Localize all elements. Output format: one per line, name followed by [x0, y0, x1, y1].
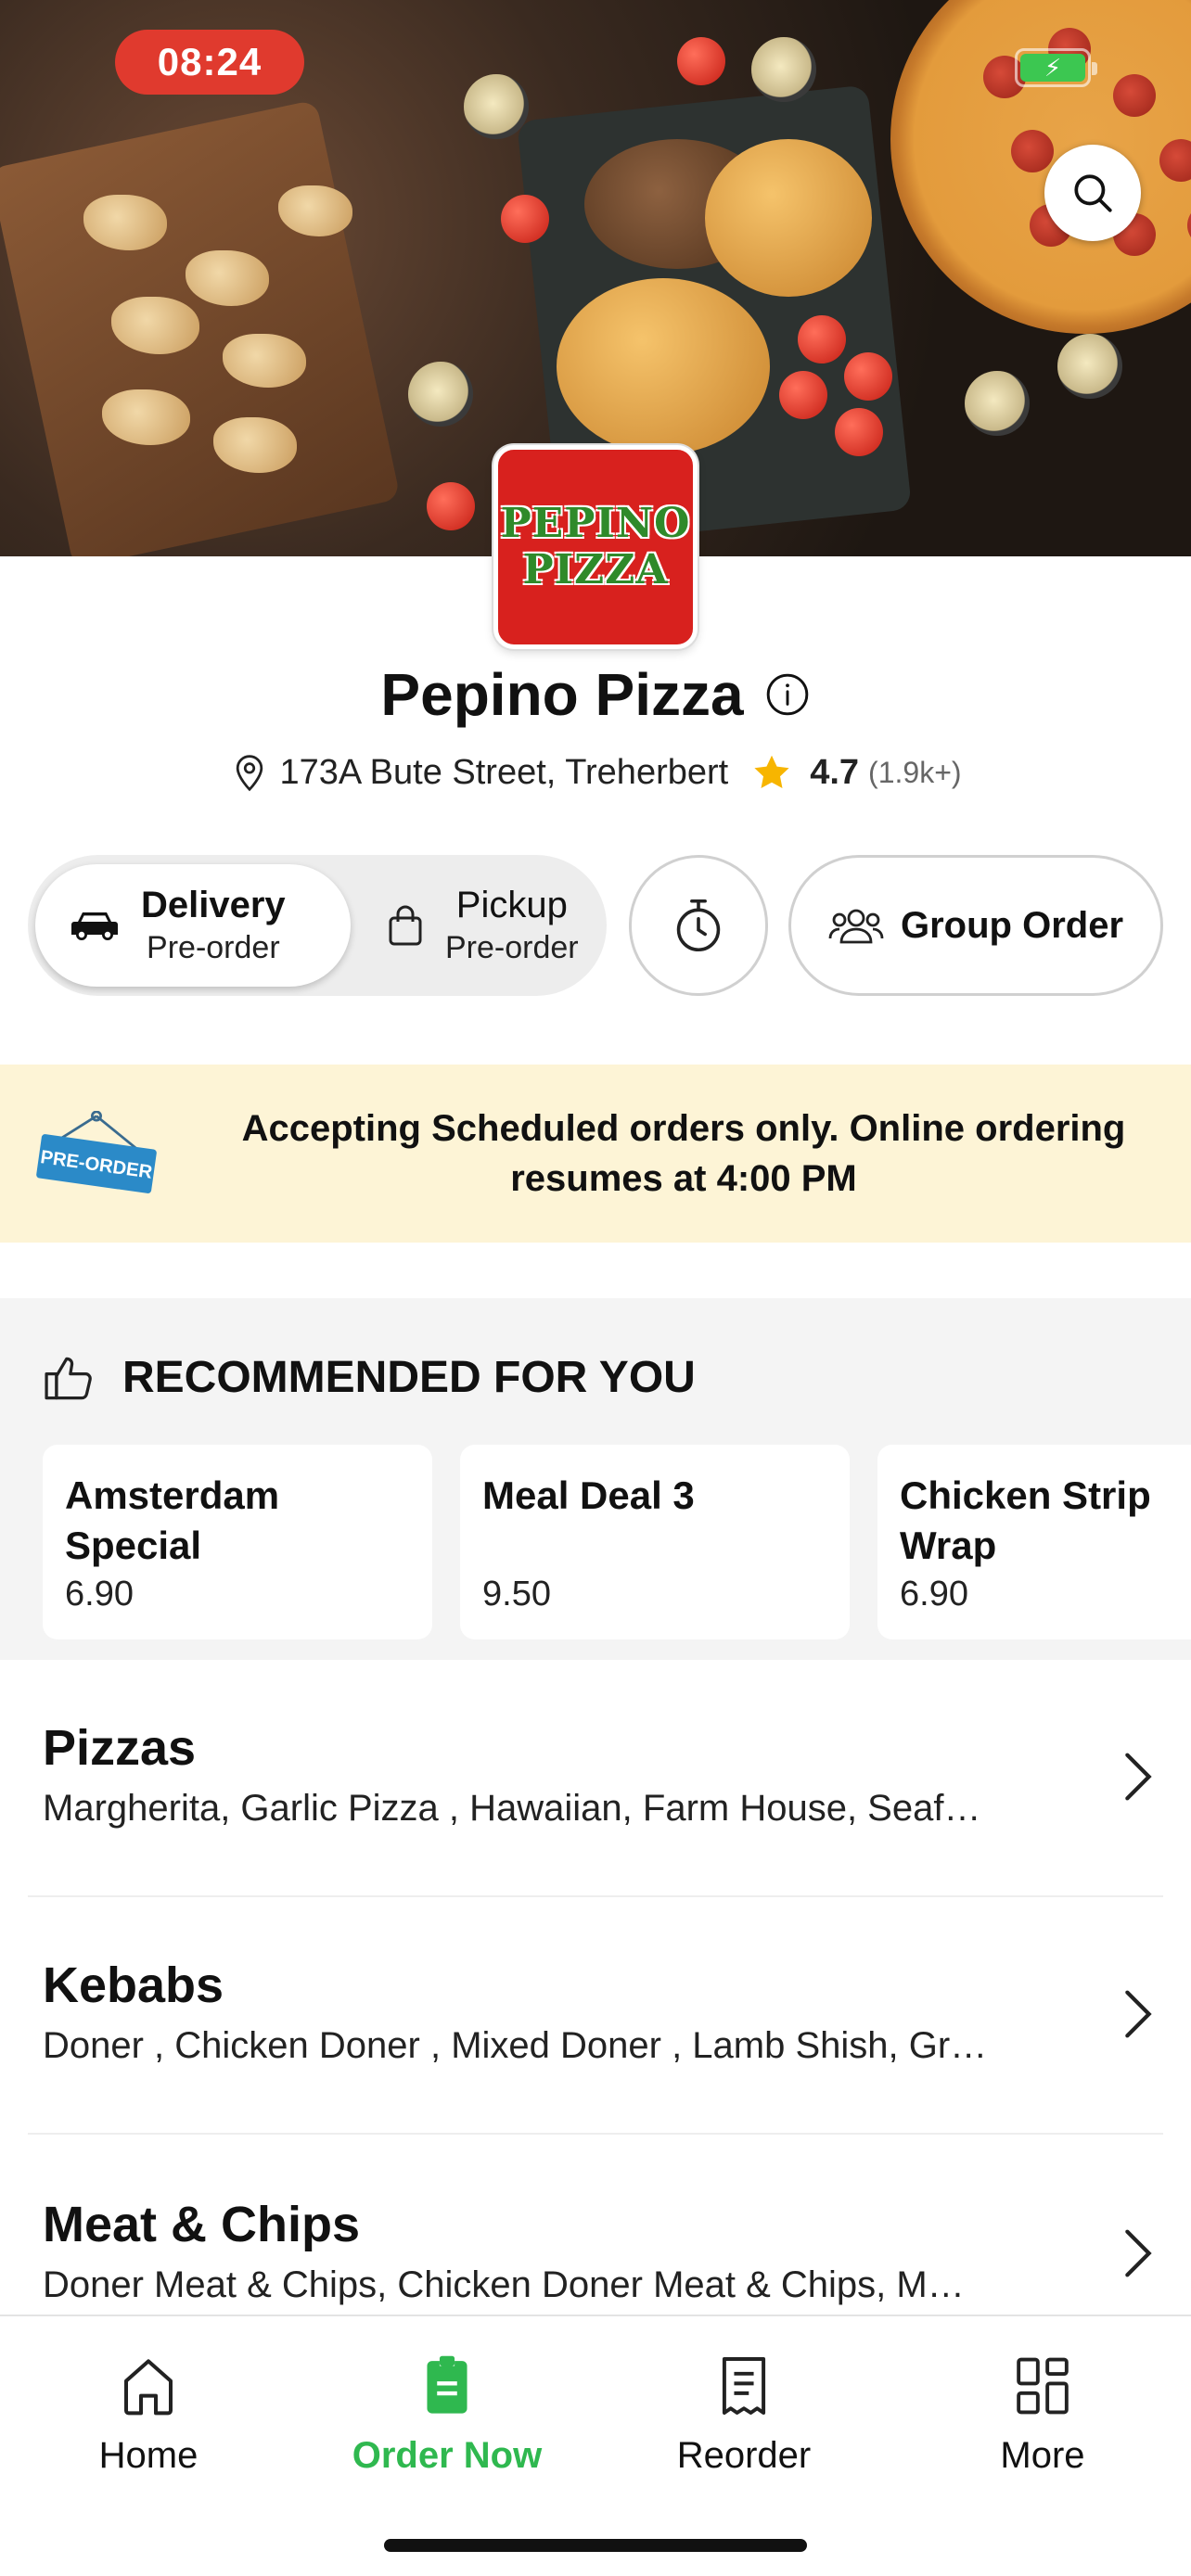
pre-order-sign: PRE-ORDER	[36, 1111, 157, 1193]
category-desc: Margherita, Garlic Pizza , Hawaiian, Far…	[43, 1788, 981, 1829]
category-row-kebabs[interactable]: Kebabs Doner , Chicken Doner , Mixed Don…	[28, 1897, 1163, 2135]
delivery-option[interactable]: Delivery Pre-order	[35, 864, 351, 987]
recommended-item-price: 6.90	[65, 1575, 134, 1613]
logo-line-1: PEPINO	[500, 500, 691, 547]
info-icon[interactable]	[764, 671, 811, 718]
tomato	[427, 482, 475, 530]
category-title: Pizzas	[43, 1720, 197, 1776]
tomato	[844, 352, 892, 401]
group-users-icon	[828, 909, 884, 944]
status-time: 08:24	[115, 30, 304, 95]
tomato	[835, 408, 883, 456]
recommended-title: RECOMMENDED FOR YOU	[122, 1353, 696, 1402]
delivery-label: Delivery	[141, 885, 286, 925]
restaurant-logo: PEPINO PIZZA	[493, 445, 698, 649]
recommended-card[interactable]: Chicken Strip Wrap 6.90	[877, 1445, 1191, 1639]
tomato	[501, 195, 549, 243]
tomato	[798, 315, 846, 363]
recommended-item-price: 9.50	[482, 1575, 551, 1613]
review-count: (1.9k+)	[868, 755, 962, 789]
group-order-label: Group Order	[900, 904, 1124, 946]
bottom-tab-bar: Home Order Now Reorder More	[0, 2315, 1191, 2576]
burger-bun	[557, 278, 770, 454]
tab-label: Home	[98, 2435, 198, 2476]
restaurant-meta: 173A Bute Street, Treherbert 4.7 (1.9k+)	[0, 749, 1191, 796]
restaurant-address: 173A Bute Street, Treherbert	[279, 752, 729, 792]
tab-reorder[interactable]: Reorder	[596, 2353, 892, 2477]
recommended-item-name: Chicken Strip Wrap	[900, 1473, 1151, 1567]
order-bag-icon	[427, 2355, 467, 2414]
banner-message: Accepting Scheduled orders only. Online …	[241, 1108, 1126, 1199]
delivery-sub: Pre-order	[147, 930, 280, 965]
category-desc: Doner , Chicken Doner , Mixed Doner , La…	[43, 2025, 988, 2066]
pickup-label: Pickup	[455, 885, 568, 925]
car-icon	[71, 912, 118, 940]
category-title: Meat & Chips	[43, 2197, 361, 2252]
tab-label: Order Now	[352, 2435, 543, 2476]
search-button[interactable]	[1044, 145, 1141, 241]
tab-label: Reorder	[676, 2435, 812, 2476]
tab-more[interactable]: More	[894, 2353, 1191, 2477]
location-pin-icon	[237, 755, 263, 792]
shopping-bag-icon	[389, 905, 422, 946]
home-indicator	[384, 2539, 807, 2552]
battery-icon: ⚡	[1015, 48, 1097, 87]
receipt-icon	[722, 2357, 766, 2415]
logo-line-2: PIZZA	[522, 546, 669, 593]
recommended-card[interactable]: Amsterdam Special 6.90	[43, 1445, 432, 1639]
category-title: Kebabs	[43, 1958, 224, 2013]
restaurant-header: Pepino Pizza	[0, 660, 1191, 729]
category-desc: Doner Meat & Chips, Chicken Doner Meat &…	[43, 2264, 965, 2305]
schedule-button[interactable]	[629, 855, 768, 996]
chevron-right-icon	[1125, 2229, 1152, 2277]
grid-icon	[1017, 2357, 1069, 2415]
thumbs-up-icon	[45, 1357, 92, 1399]
tomato	[779, 371, 827, 419]
sauce-bowl	[408, 362, 473, 427]
sauce-bowl	[1057, 334, 1122, 399]
search-icon	[1074, 174, 1112, 212]
recommended-item-name: Meal Deal 3	[482, 1473, 695, 1517]
restaurant-name: Pepino Pizza	[380, 661, 744, 728]
bread-board	[0, 99, 401, 556]
order-mode-toggle: Delivery Pre-order Pickup Pre-order	[28, 855, 607, 996]
burger-bun	[705, 139, 872, 297]
tomato	[677, 37, 725, 85]
sauce-bowl	[965, 371, 1030, 436]
recommended-card[interactable]: Meal Deal 3 9.50	[460, 1445, 850, 1639]
recommended-header: RECOMMENDED FOR YOU	[43, 1352, 696, 1403]
group-order-button[interactable]: Group Order	[788, 855, 1163, 996]
recommended-item-price: 6.90	[900, 1575, 968, 1613]
tab-order-now[interactable]: Order Now	[299, 2353, 596, 2477]
star-icon	[754, 755, 789, 789]
chevron-right-icon	[1125, 1990, 1152, 2038]
recommended-section: RECOMMENDED FOR YOU Amsterdam Special 6.…	[0, 1298, 1191, 1660]
pickup-option[interactable]: Pickup Pre-order	[354, 864, 599, 987]
category-row-pizzas[interactable]: Pizzas Margherita, Garlic Pizza , Hawaii…	[28, 1660, 1163, 1897]
sauce-bowl	[751, 37, 816, 102]
sauce-bowl	[464, 74, 529, 139]
home-icon	[124, 2359, 173, 2416]
recommended-item-name: Amsterdam Special	[65, 1473, 280, 1567]
pickup-sub: Pre-order	[445, 930, 579, 965]
tab-label: More	[1000, 2435, 1085, 2476]
stopwatch-icon	[676, 899, 721, 952]
chevron-right-icon	[1125, 1753, 1152, 1801]
tab-home[interactable]: Home	[0, 2353, 297, 2477]
rating-value: 4.7	[810, 752, 860, 792]
schedule-banner: PRE-ORDER Accepting Scheduled orders onl…	[0, 1065, 1191, 1243]
